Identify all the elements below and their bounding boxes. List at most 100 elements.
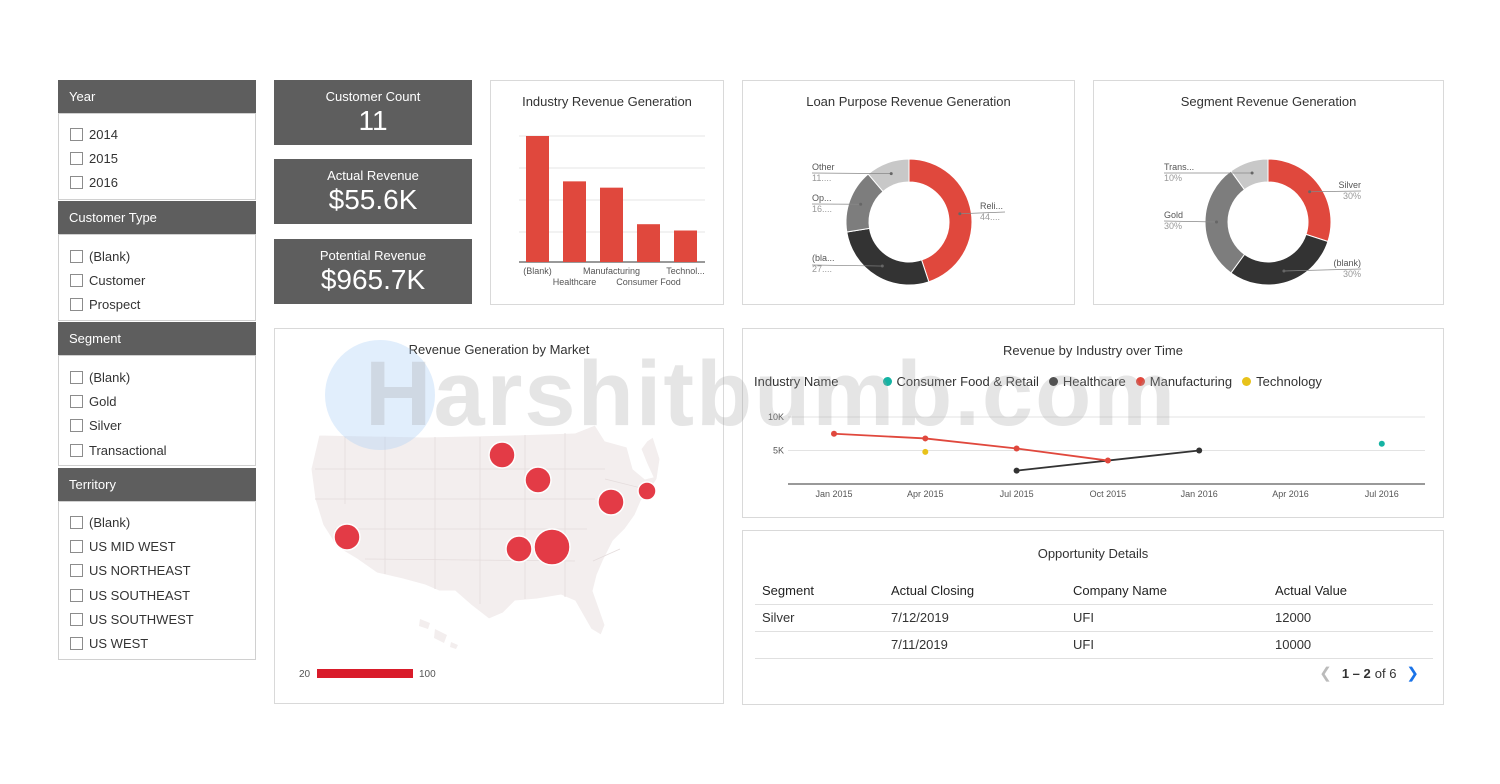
data-point[interactable]	[1378, 440, 1385, 447]
filter-option-label: US WEST	[89, 636, 149, 652]
column-header-actual-closing[interactable]: Actual Closing	[884, 577, 1066, 605]
market-bubble[interactable]	[333, 523, 361, 551]
kpi-actual-revenue: Actual Revenue $55.6K	[274, 159, 472, 224]
legend-max-label: 100	[419, 669, 436, 680]
cell-segment: Silver	[755, 604, 884, 632]
checkbox[interactable]	[70, 249, 83, 263]
x-tick-label: Oct 2015	[1090, 489, 1127, 499]
checkbox[interactable]	[70, 564, 83, 578]
chevron-right-icon[interactable]: ❯	[1406, 664, 1419, 682]
filter-option-label: 2016	[89, 175, 118, 191]
market-bubble[interactable]	[533, 528, 571, 566]
filter-option-silver[interactable]: Silver	[59, 414, 255, 438]
filter-option-transactional[interactable]: Transactional	[59, 438, 255, 462]
filter-option-prospect[interactable]: Prospect	[59, 293, 255, 317]
filter-option-us-southwest[interactable]: US SOUTHWEST	[59, 607, 255, 631]
opportunity-table: Segment Actual Closing Company Name Actu…	[755, 577, 1433, 659]
table-row[interactable]: 7/11/2019 UFI 10000	[755, 631, 1433, 659]
filter-option-us-southeast[interactable]: US SOUTHEAST	[59, 583, 255, 607]
checkbox[interactable]	[70, 151, 83, 165]
checkbox[interactable]	[70, 539, 83, 553]
filter-option-us-west[interactable]: US WEST	[59, 631, 255, 655]
filter-option-label: Transactional	[89, 442, 167, 458]
kpi-potential-revenue: Potential Revenue $965.7K	[274, 239, 472, 304]
filter-option-label: 2014	[89, 126, 118, 142]
industry-bar-chart: (Blank)HealthcareManufacturingConsumer F…	[519, 135, 705, 287]
market-bubble[interactable]	[597, 488, 625, 516]
filter-option-blank[interactable]: (Blank)	[59, 365, 255, 389]
chevron-left-icon[interactable]: ❮	[1319, 664, 1332, 682]
data-point[interactable]	[922, 435, 929, 442]
cell-company-name: UFI	[1066, 604, 1268, 632]
us-bubble-map[interactable]: 20 100	[275, 329, 723, 703]
leader-dot	[889, 172, 893, 176]
column-header-actual-value[interactable]: Actual Value	[1268, 577, 1433, 605]
data-point[interactable]	[1104, 457, 1111, 464]
checkbox[interactable]	[70, 612, 83, 626]
checkbox[interactable]	[70, 370, 83, 384]
data-point[interactable]	[831, 430, 837, 437]
column-header-segment[interactable]: Segment	[755, 577, 884, 605]
filter-option-blank[interactable]: (Blank)	[59, 244, 255, 268]
slice-0[interactable]	[1267, 158, 1332, 243]
bar-1[interactable]	[563, 181, 586, 262]
filter-option-label: Prospect	[89, 297, 141, 313]
kpi-value: 11	[358, 105, 388, 136]
filter-option-us-northeast[interactable]: US NORTHEAST	[59, 559, 255, 583]
checkbox[interactable]	[70, 394, 83, 408]
filter-option-gold[interactable]: Gold	[59, 389, 255, 413]
table-row[interactable]: Silver 7/12/2019 UFI 12000	[755, 604, 1433, 632]
filter-option-customer[interactable]: Customer	[59, 268, 255, 292]
loan-purpose-donut-chart: Reli...44.... (bla...27.... Op...16.... Oth…	[811, 158, 1006, 286]
bar-3[interactable]	[637, 224, 660, 262]
bar-2[interactable]	[600, 187, 623, 262]
checkbox[interactable]	[70, 588, 83, 602]
opportunity-details-panel: Opportunity Details Segment Actual Closi…	[742, 530, 1444, 705]
market-bubble[interactable]	[505, 535, 533, 563]
cell-segment	[755, 631, 884, 659]
checkbox[interactable]	[70, 515, 83, 529]
market-bubble[interactable]	[524, 466, 552, 494]
x-tick-label: Consumer Food	[616, 277, 681, 287]
checkbox[interactable]	[70, 176, 83, 190]
checkbox[interactable]	[70, 419, 83, 433]
filter-option-2015[interactable]: 2015	[59, 146, 255, 170]
segment-donut-chart: Silver30%(blank)30%Gold30%Trans...10%	[1163, 158, 1362, 286]
filter-option-label: US NORTHEAST	[89, 563, 191, 579]
data-point[interactable]	[1013, 467, 1020, 474]
segment-filter-list: (Blank) Gold Silver Transactional	[58, 355, 256, 466]
filter-option-label: Silver	[89, 418, 122, 434]
slice-label: Op...	[812, 193, 832, 203]
filter-option-2016[interactable]: 2016	[59, 171, 255, 195]
data-point[interactable]	[922, 448, 929, 455]
checkbox[interactable]	[70, 298, 83, 312]
market-bubble[interactable]	[637, 481, 657, 501]
x-tick-label: Apr 2015	[907, 489, 944, 499]
filter-option-us-mid-west[interactable]: US MID WEST	[59, 534, 255, 558]
slice-1[interactable]	[1230, 233, 1329, 286]
slice-1[interactable]	[846, 227, 930, 286]
checkbox[interactable]	[70, 637, 83, 651]
checkbox[interactable]	[70, 127, 83, 141]
checkbox[interactable]	[70, 273, 83, 287]
checkbox[interactable]	[70, 443, 83, 457]
data-point[interactable]	[1013, 445, 1020, 452]
column-header-company-name[interactable]: Company Name	[1066, 577, 1268, 605]
cell-actual-closing: 7/11/2019	[884, 631, 1066, 659]
cell-actual-value: 10000	[1268, 631, 1433, 659]
cell-actual-value: 12000	[1268, 604, 1433, 632]
filter-option-label: US MID WEST	[89, 538, 176, 554]
market-bubble[interactable]	[488, 441, 516, 469]
market-map-panel: Revenue Generation by Market 20 100	[274, 328, 724, 704]
bar-0[interactable]	[526, 136, 549, 262]
filter-option-label: Customer	[89, 272, 146, 288]
bar-4[interactable]	[674, 230, 697, 263]
slice-value: 10%	[1164, 173, 1182, 183]
slice-label: Trans...	[1164, 162, 1194, 172]
data-point[interactable]	[1196, 447, 1203, 454]
leader-dot	[1308, 190, 1312, 194]
filter-option-2014[interactable]: 2014	[59, 122, 255, 146]
industry-revenue-panel: Industry Revenue Generation (Blank) Healt…	[490, 80, 724, 305]
filter-option-blank[interactable]: (Blank)	[59, 510, 255, 534]
kpi-value: $965.7K	[320, 264, 426, 295]
